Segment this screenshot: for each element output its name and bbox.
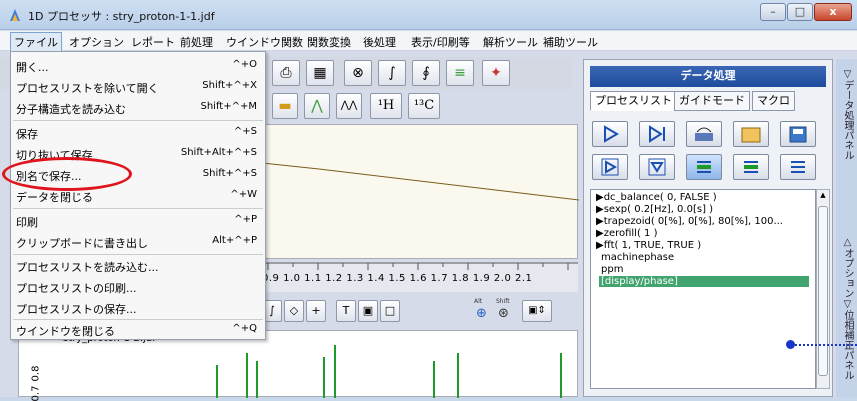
side-tab-phase[interactable]: ▽位相補正パネル xyxy=(839,299,855,380)
shift-label: Shift xyxy=(496,298,510,305)
menu-bar: ファイル オプション レポート 前処理 ウインドウ関数 関数変換 後処理 表示/… xyxy=(0,31,857,52)
menu-save[interactable]: 保存 ^+S xyxy=(11,122,265,143)
close-button[interactable]: x xyxy=(814,3,852,21)
menu-close-window[interactable]: ウインドウを閉じる ^+Q xyxy=(11,319,265,340)
side-tab-options[interactable]: △オプション xyxy=(839,237,855,298)
menu-display-print[interactable]: 表示/印刷等 xyxy=(411,34,470,50)
list-item[interactable]: ▶fft( 1, TRUE, TRUE ) xyxy=(596,240,701,251)
menu-function-transform[interactable]: 関数変換 xyxy=(307,34,351,50)
app-window: 1D プロセッサ : stry_proton-1-1.jdf – □ x ファイ… xyxy=(0,0,857,401)
shape-icon[interactable]: ◇ xyxy=(284,300,304,322)
list-item[interactable]: ppm xyxy=(601,264,623,275)
peak-traces xyxy=(216,345,562,398)
print-icon[interactable]: ⎙ xyxy=(272,60,300,86)
run-to-end-icon[interactable] xyxy=(639,121,675,147)
menu-separator xyxy=(13,120,263,121)
delete-item-icon[interactable] xyxy=(780,154,816,180)
box-icon[interactable]: □ xyxy=(380,300,400,322)
menu-load-structure[interactable]: 分子構造式を読み込む Shift+^+M xyxy=(11,97,265,118)
crosshair-icon[interactable]: ⊕ xyxy=(476,306,487,321)
window-title: 1D プロセッサ : stry_proton-1-1.jdf xyxy=(28,10,215,23)
open-list-icon[interactable] xyxy=(733,121,769,147)
menu-save-process-list[interactable]: プロセスリストの保存... xyxy=(11,297,265,318)
menu-analysis-tools[interactable]: 解析ツール xyxy=(483,34,538,50)
list-item[interactable]: ▶dc_balance( 0, FALSE ) xyxy=(596,192,717,203)
annotation-highlight xyxy=(2,157,132,191)
ruler-icon[interactable]: ▬ xyxy=(272,93,298,119)
menu-separator xyxy=(13,208,263,209)
side-tab-processing[interactable]: ▽データ処理パネル xyxy=(839,69,855,160)
menu-print[interactable]: 印刷 ^+P xyxy=(11,210,265,231)
cursor-mode-icon[interactable]: ⊛ xyxy=(498,306,509,321)
title-bar: 1D プロセッサ : stry_proton-1-1.jdf – □ x xyxy=(0,0,857,30)
save-list-icon[interactable] xyxy=(780,121,816,147)
step-down-icon[interactable] xyxy=(639,154,675,180)
stacked-spectrum-plot[interactable]: stry_proton-1-2.jdf xyxy=(18,330,578,398)
nucleus-h-button[interactable]: ¹H xyxy=(370,93,402,119)
zoom-stepper-icon[interactable]: ▣⇕ xyxy=(522,300,552,322)
ruler-labels: 0.9 1.0 1.1 1.2 1.3 1.4 1.5 1.6 1.7 1.8 … xyxy=(262,273,533,284)
side-tab-strip: ▽データ処理パネル △オプション ▽位相補正パネル xyxy=(836,59,857,397)
menu-window-function[interactable]: ウインドウ関数 xyxy=(226,34,303,50)
app-icon xyxy=(10,9,20,21)
annotation-leader-line xyxy=(790,344,857,346)
auto-process-icon[interactable] xyxy=(686,121,722,147)
menu-preprocess[interactable]: 前処理 xyxy=(180,34,213,50)
add-icon[interactable]: + xyxy=(306,300,326,322)
process-list-scrollbar[interactable]: ▲ xyxy=(816,189,830,389)
multiplet-icon[interactable]: ⋀ xyxy=(304,93,330,119)
panel-header: データ処理 xyxy=(590,66,826,87)
list-item-selected[interactable]: [display/phase] xyxy=(599,276,809,287)
stop-icon[interactable]: ⊗ xyxy=(344,60,372,86)
menu-open[interactable]: 開く... ^+O xyxy=(11,55,265,76)
menu-export-clipboard[interactable]: クリップボードに書き出し Alt+^+P xyxy=(11,231,265,252)
minimize-button[interactable]: – xyxy=(760,3,786,21)
nucleus-c-button[interactable]: ¹³C xyxy=(408,93,440,119)
alt-label: Alt xyxy=(474,298,483,305)
frame-icon[interactable]: ▣ xyxy=(358,300,378,322)
tab-process-list[interactable]: プロセスリスト xyxy=(590,91,677,111)
text-icon[interactable]: T xyxy=(336,300,356,322)
list-item[interactable]: machinephase xyxy=(601,252,674,263)
scroll-thumb[interactable] xyxy=(818,206,828,376)
menu-file[interactable]: ファイル xyxy=(10,32,62,52)
list-item[interactable]: ▶trapezoid( 0[%], 0[%], 80[%], 100... xyxy=(596,216,783,227)
integral-edit-icon[interactable]: ∮ xyxy=(412,60,440,86)
y-axis: 0.8 0.7 xyxy=(0,330,60,401)
file-menu: 開く... ^+O プロセスリストを除いて開く Shift+^+X 分子構造式を読み… xyxy=(10,51,266,340)
menu-load-process-list[interactable]: プロセスリストを読み込む... xyxy=(11,255,265,276)
process-list[interactable]: ▶dc_balance( 0, FALSE ) ▶sexp( 0.2[Hz], … xyxy=(590,189,816,389)
y-tick-0: 0.8 xyxy=(30,365,42,382)
list-view-icon[interactable] xyxy=(686,154,722,180)
baseline-icon[interactable]: ≡ xyxy=(446,60,474,86)
menu-postprocess[interactable]: 後処理 xyxy=(363,34,396,50)
menu-helper-tools[interactable]: 補助ツール xyxy=(543,34,598,50)
spectrum-icon[interactable]: ▦ xyxy=(306,60,334,86)
run-icon[interactable] xyxy=(592,121,628,147)
list-item[interactable]: ▶sexp( 0.2[Hz], 0.0[s] ) xyxy=(596,204,713,215)
peak-pick-icon[interactable]: ✦ xyxy=(482,60,510,86)
plot-toolbar: ∫ ◇ + T ▣ □ Alt ⊕ Shift ⊛ ▣⇕ xyxy=(262,298,578,326)
list-item[interactable]: ▶zerofill( 1 ) xyxy=(596,228,657,239)
maximize-button[interactable]: □ xyxy=(787,3,813,21)
y-tick-1: 0.7 xyxy=(30,385,42,401)
menu-print-process-list[interactable]: プロセスリストの印刷... xyxy=(11,276,265,297)
insert-item-icon[interactable] xyxy=(733,154,769,180)
integral-icon[interactable]: ∫ xyxy=(378,60,406,86)
menu-open-without-process-list[interactable]: プロセスリストを除いて開く Shift+^+X xyxy=(11,76,265,97)
tab-guide-mode[interactable]: ガイドモード xyxy=(674,91,750,111)
spectrum-box-icon[interactable]: ⋀⋀ xyxy=(336,93,362,119)
menu-report[interactable]: レポート xyxy=(131,34,175,50)
scroll-up-icon[interactable]: ▲ xyxy=(818,191,828,201)
tab-macro[interactable]: マクロ xyxy=(752,91,795,111)
menu-options[interactable]: オプション xyxy=(69,34,124,50)
step-icon[interactable] xyxy=(592,154,628,180)
